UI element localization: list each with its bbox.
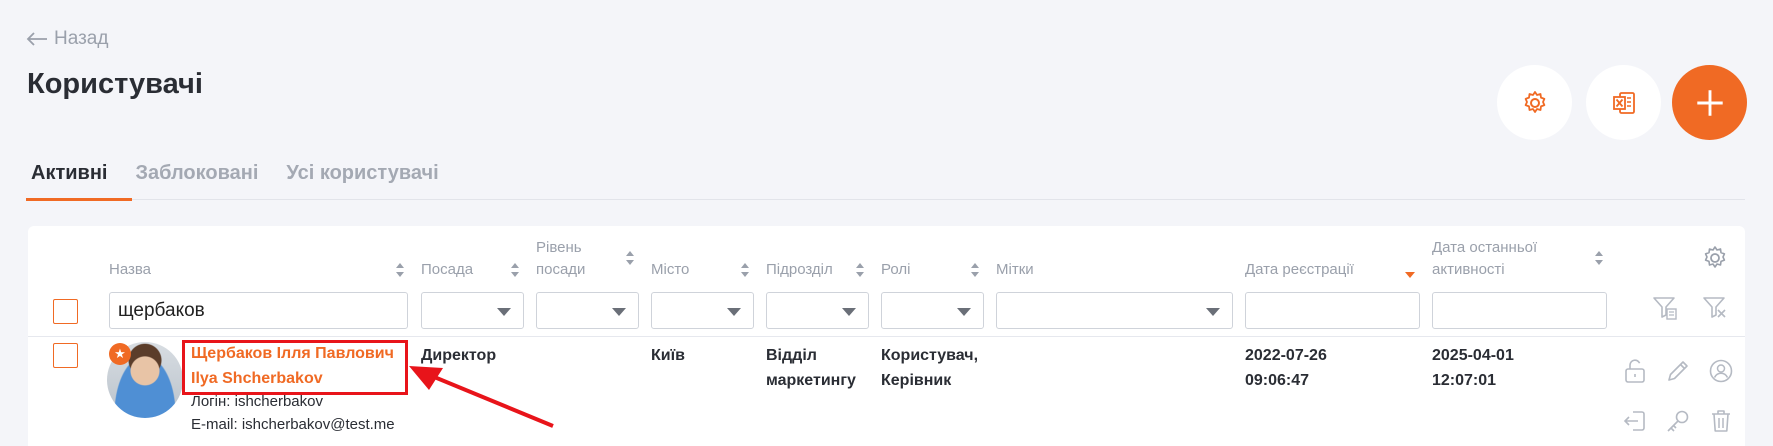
level-filter-select[interactable]: [536, 292, 639, 329]
column-header-name[interactable]: Назва: [109, 259, 151, 281]
name-filter-input[interactable]: [109, 292, 408, 329]
chevron-down-icon: [957, 308, 971, 316]
apply-filter-icon[interactable]: [1652, 295, 1678, 321]
user-login: Логін: ishcherbakov: [191, 393, 323, 410]
row-divider: [28, 336, 1745, 337]
tags-filter-select[interactable]: [996, 292, 1233, 329]
edit-icon[interactable]: [1665, 358, 1691, 384]
settings-button[interactable]: [1497, 65, 1572, 140]
sort-icon[interactable]: [395, 263, 405, 277]
user-last-date: 2025-04-01: [1432, 347, 1514, 364]
chevron-down-icon: [842, 308, 856, 316]
tab-bar: Активні Заблоковані Усі користувачі: [25, 156, 1745, 201]
chevron-down-icon: [497, 308, 511, 316]
roles-filter-select[interactable]: [881, 292, 984, 329]
column-header-last-activity-line1[interactable]: Дата останньої: [1432, 237, 1537, 259]
highlight-box: [182, 340, 408, 395]
logout-icon[interactable]: [1622, 408, 1648, 434]
star-icon: ★: [109, 343, 131, 365]
column-header-tags: Мітки: [996, 261, 1034, 278]
column-header-level-line1[interactable]: Рівень: [536, 237, 582, 259]
column-header-roles[interactable]: Ролі: [881, 259, 910, 281]
column-header-city[interactable]: Місто: [651, 259, 689, 281]
user-profile-icon[interactable]: [1708, 358, 1734, 384]
back-label: Назад: [54, 28, 109, 49]
page-title: Користувачі: [27, 68, 203, 100]
user-reg-date: 2022-07-26: [1245, 347, 1327, 364]
row-checkbox[interactable]: [53, 343, 78, 368]
city-filter-select[interactable]: [651, 292, 754, 329]
gear-icon: [1524, 90, 1545, 113]
plus-icon: [1696, 89, 1723, 116]
last-activity-filter-input[interactable]: [1432, 292, 1607, 329]
add-user-button[interactable]: [1672, 65, 1747, 140]
tab-all-users[interactable]: Усі користувачі: [286, 156, 438, 200]
column-settings-icon[interactable]: [1702, 245, 1728, 271]
key-icon[interactable]: [1665, 408, 1691, 434]
unlock-icon[interactable]: [1622, 358, 1648, 384]
chevron-down-icon: [612, 308, 626, 316]
clear-filter-icon[interactable]: [1702, 295, 1728, 321]
column-header-reg-date[interactable]: Дата реєстрації: [1245, 259, 1354, 281]
sort-icon[interactable]: [740, 263, 750, 277]
sort-icon[interactable]: [855, 263, 865, 277]
position-filter-select[interactable]: [421, 292, 524, 329]
user-position: Директор: [421, 347, 497, 364]
sort-desc-icon[interactable]: [1405, 267, 1415, 281]
chevron-down-icon: [727, 308, 741, 316]
tab-active[interactable]: Активні: [25, 156, 134, 201]
department-filter-select[interactable]: [766, 292, 869, 329]
reg-date-filter-input[interactable]: [1245, 292, 1420, 329]
user-last-time: 12:07:01: [1432, 372, 1497, 389]
sort-icon[interactable]: [970, 263, 980, 277]
user-department-line1: Відділ: [766, 347, 817, 364]
export-excel-button[interactable]: [1586, 65, 1661, 140]
user-reg-time: 09:06:47: [1245, 372, 1310, 389]
sort-icon[interactable]: [625, 251, 635, 265]
select-all-checkbox[interactable]: [53, 299, 78, 324]
chevron-down-icon: [1206, 308, 1220, 316]
user-roles-line1: Користувач,: [881, 347, 979, 364]
column-header-department[interactable]: Підрозділ: [766, 259, 833, 281]
column-header-last-activity-line2[interactable]: активності: [1432, 259, 1505, 281]
user-roles-line2: Керівник: [881, 372, 952, 389]
column-header-level-line2[interactable]: посади: [536, 259, 585, 281]
sort-icon[interactable]: [510, 263, 520, 277]
user-department-line2: маркетингу: [766, 372, 856, 389]
excel-icon: [1612, 91, 1635, 114]
column-header-position[interactable]: Посада: [421, 259, 473, 281]
tab-blocked[interactable]: Заблоковані: [135, 156, 258, 200]
user-city: Київ: [651, 347, 685, 364]
annotation-arrow-icon: [409, 366, 554, 428]
trash-icon[interactable]: [1708, 408, 1734, 434]
back-link[interactable]: Назад: [26, 28, 108, 50]
arrow-left-icon: [26, 32, 47, 46]
sort-icon[interactable]: [1594, 251, 1604, 265]
user-email: E-mail: ishcherbakov@test.me: [191, 416, 395, 433]
